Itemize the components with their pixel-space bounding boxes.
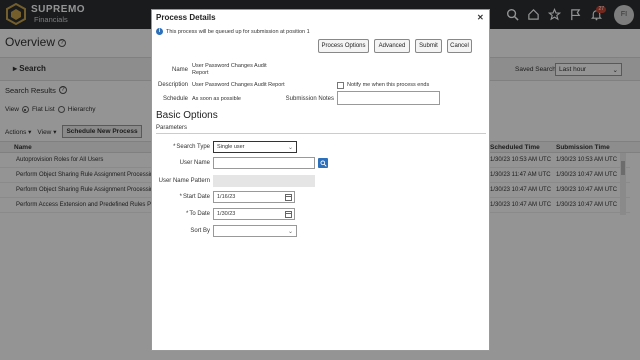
notify-checkbox[interactable] xyxy=(337,82,344,89)
parameters-heading: Parameters xyxy=(156,125,188,131)
start-date-label: *Start Date xyxy=(152,194,210,200)
to-date-value: 1/30/23 xyxy=(217,211,236,217)
search-icon[interactable] xyxy=(318,158,328,168)
section-divider xyxy=(156,133,486,134)
to-date-label-text: To Date xyxy=(189,211,210,217)
start-date-input[interactable]: 1/16/23 xyxy=(213,191,295,203)
chevron-down-icon: ⌄ xyxy=(287,229,293,235)
process-options-button[interactable]: Process Options xyxy=(318,39,369,53)
name-label: Name xyxy=(171,67,188,73)
search-type-label: *Search Type xyxy=(152,144,210,150)
advanced-button[interactable]: Advanced xyxy=(374,39,410,53)
schedule-value: As soon as possible xyxy=(192,96,241,102)
description-value: User Password Changes Audit Report xyxy=(192,82,285,88)
name-value: User Password Changes Audit Report xyxy=(192,63,267,76)
schedule-label: Schedule xyxy=(162,96,188,102)
calendar-icon[interactable] xyxy=(285,194,292,201)
user-name-pattern-label: User Name Pattern xyxy=(158,178,210,184)
to-date-input[interactable]: 1/30/23 xyxy=(213,208,295,220)
info-icon: i xyxy=(156,28,163,35)
required-icon: * xyxy=(179,194,182,200)
sort-by-label: Sort By xyxy=(190,228,210,234)
search-type-select[interactable]: Single user ⌄ xyxy=(213,141,297,153)
calendar-icon[interactable] xyxy=(285,211,292,218)
submit-button[interactable]: Submit xyxy=(415,39,442,53)
close-icon[interactable]: ✕ xyxy=(477,13,484,22)
start-date-label-text: Start Date xyxy=(182,194,210,200)
search-type-value: Single user xyxy=(217,144,245,150)
cancel-button[interactable]: Cancel xyxy=(447,39,472,53)
description-label: Description xyxy=(157,82,188,88)
submission-notes-input[interactable] xyxy=(337,91,440,105)
info-message: This process will be queued up for submi… xyxy=(166,29,310,35)
sort-by-select[interactable]: ⌄ xyxy=(213,225,297,237)
search-type-label-text: Search Type xyxy=(176,144,210,150)
user-name-pattern-field xyxy=(213,175,315,187)
start-date-value: 1/16/23 xyxy=(217,194,236,200)
user-name-input[interactable] xyxy=(213,157,315,169)
basic-options-heading: Basic Options xyxy=(156,110,218,121)
required-icon: * xyxy=(185,211,189,217)
dialog-title: Process Details xyxy=(156,13,216,22)
notify-label: Notify me when this process ends xyxy=(347,82,430,88)
submission-notes-label: Submission Notes xyxy=(285,96,334,102)
chevron-down-icon: ⌄ xyxy=(287,145,293,151)
process-details-dialog: Process Details ✕ i This process will be… xyxy=(151,9,490,351)
user-name-label: User Name xyxy=(179,160,210,166)
to-date-label: *To Date xyxy=(152,211,210,217)
